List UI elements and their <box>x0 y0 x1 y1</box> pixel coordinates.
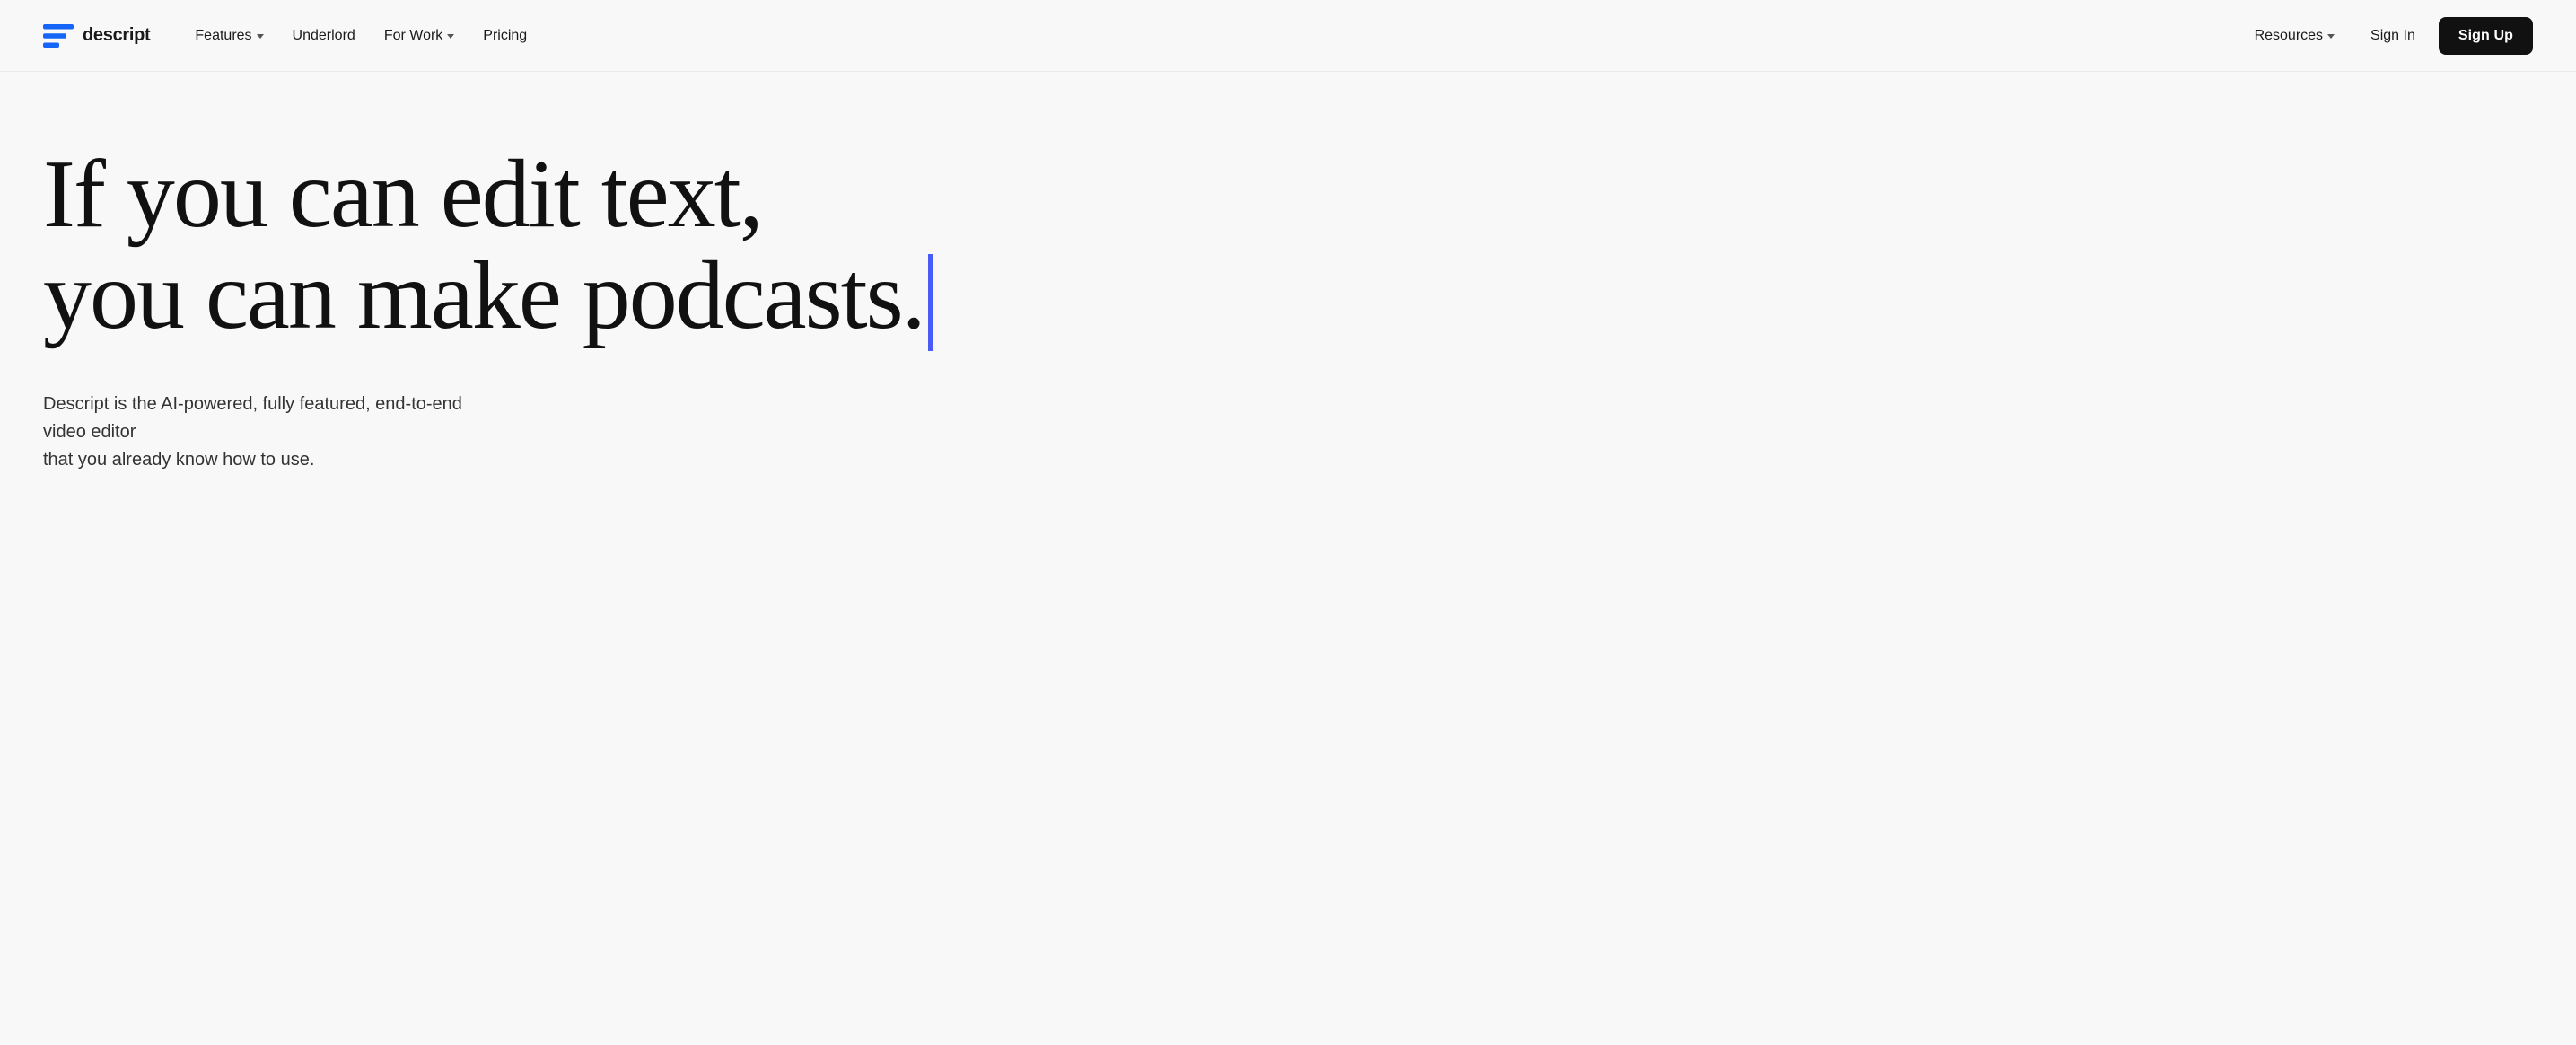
hero-headline: If you can edit text, you can make podca… <box>43 144 933 355</box>
hero-headline-line1: If you can edit text, <box>43 141 762 248</box>
nav-pricing[interactable]: Pricing <box>470 21 539 51</box>
hero-section: If you can edit text, you can make podca… <box>0 72 1346 528</box>
signup-button[interactable]: Sign Up <box>2439 17 2533 55</box>
nav-links-left: Features Underlord For Work Pricing <box>182 21 539 51</box>
resources-chevron-icon <box>2327 34 2335 39</box>
main-nav: descript Features Underlord For Work Pri… <box>0 0 2576 72</box>
descript-logo-icon <box>43 24 74 48</box>
for-work-chevron-icon <box>447 34 454 39</box>
logo-link[interactable]: descript <box>43 24 150 48</box>
nav-right: Resources Sign In Sign Up <box>2242 17 2533 55</box>
nav-features[interactable]: Features <box>182 21 276 51</box>
features-chevron-icon <box>257 34 264 39</box>
nav-left: descript Features Underlord For Work Pri… <box>43 21 539 51</box>
hero-subtext: Descript is the AI-powered, fully featur… <box>43 391 510 474</box>
text-cursor <box>928 254 933 351</box>
nav-underlord[interactable]: Underlord <box>280 21 368 51</box>
logo-text: descript <box>83 25 150 46</box>
nav-resources[interactable]: Resources <box>2242 21 2347 51</box>
nav-for-work[interactable]: For Work <box>372 21 467 51</box>
signin-button[interactable]: Sign In <box>2354 19 2431 53</box>
hero-headline-line2: you can make podcasts. <box>43 245 933 354</box>
